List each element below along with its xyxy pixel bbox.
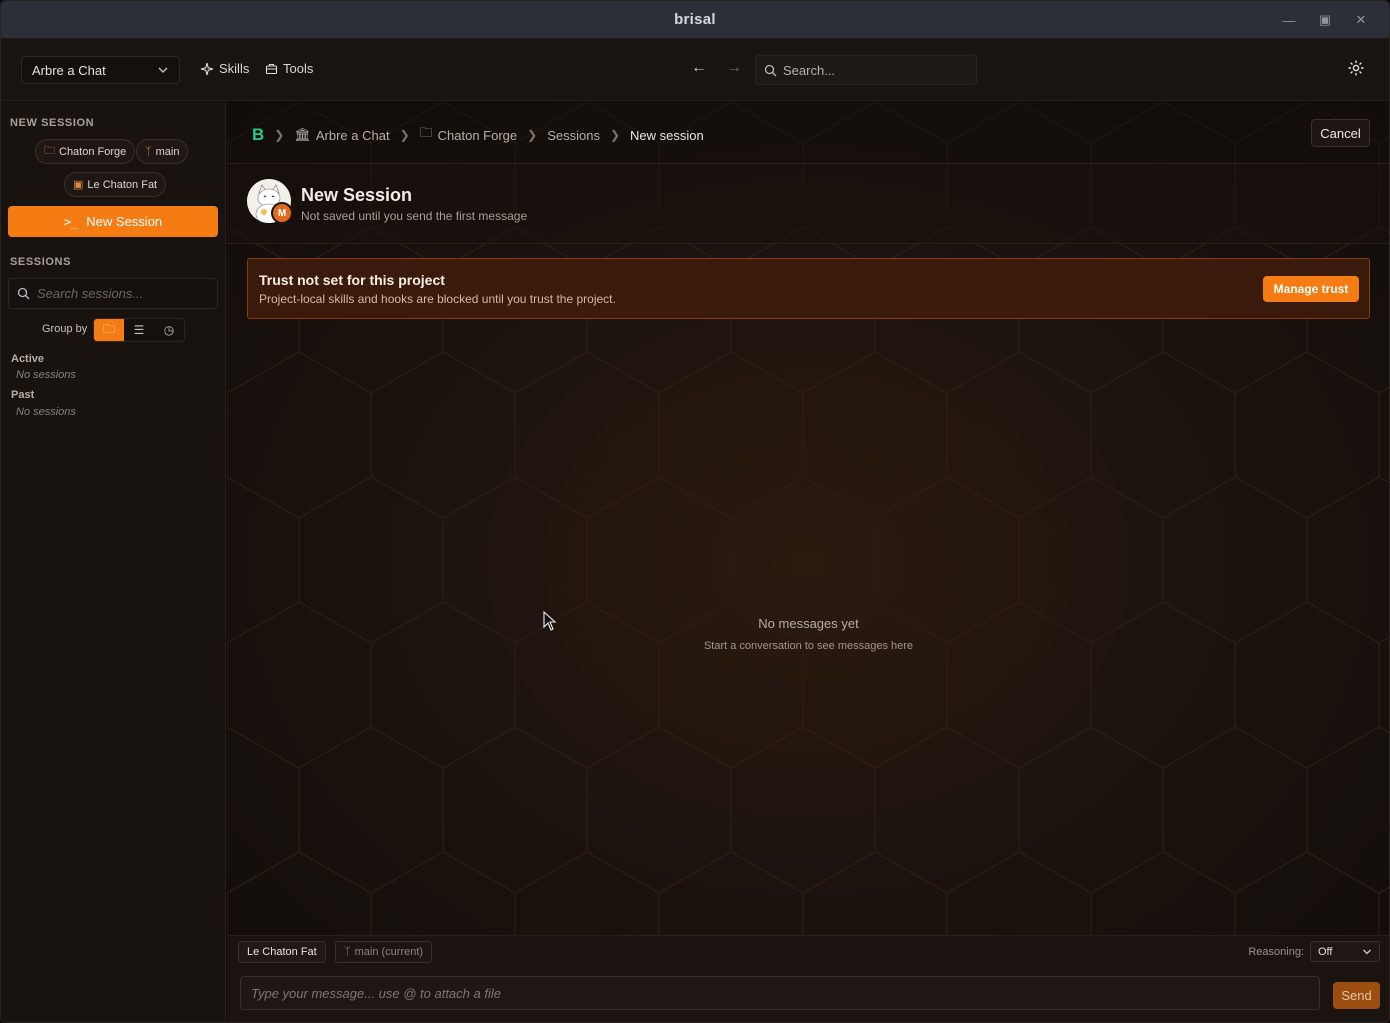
- chevron-right-icon: ❯: [527, 128, 538, 142]
- session-title: New Session: [301, 185, 413, 205]
- agent-chip[interactable]: ▣ Le Chaton Fat: [64, 172, 167, 197]
- chevron-right-icon: ❯: [274, 128, 285, 142]
- folder-icon: 🗀: [44, 145, 55, 157]
- empty-state-subtitle: Start a conversation to see messages her…: [703, 640, 914, 652]
- chevron-down-icon: [158, 67, 168, 74]
- brand-logo[interactable]: B: [252, 125, 264, 145]
- message-input-box[interactable]: [240, 976, 1320, 1010]
- main-panel: B ❯ 🏛 Arbre a Chat ❯ 🗀 Chaton Forge ❯ Se…: [227, 102, 1389, 1022]
- session-search-input[interactable]: [37, 286, 207, 301]
- building-icon: 🏛: [294, 127, 311, 142]
- reasoning-value: Off: [1318, 945, 1333, 958]
- trust-banner-text: Project-local skills and hooks are block…: [259, 292, 616, 306]
- top-toolbar: Arbre a Chat Skills Tools ← →: [1, 39, 1389, 101]
- manage-trust-button[interactable]: Manage trust: [1263, 276, 1359, 302]
- folder-icon: 🗀: [102, 321, 115, 336]
- forward-arrow-icon[interactable]: →: [726, 59, 742, 77]
- cancel-button[interactable]: Cancel: [1311, 119, 1370, 147]
- group-by-label: Group by: [42, 323, 88, 335]
- toolbox-icon: [265, 63, 278, 75]
- crumb-project[interactable]: 🏛 Arbre a Chat: [294, 127, 389, 143]
- title-bar: brisal — ▣ ✕: [1, 1, 1389, 39]
- branch-tag-label: main (current): [354, 946, 424, 958]
- tools-label: Tools: [283, 61, 314, 76]
- branch-chip[interactable]: ᛉ main: [136, 139, 189, 164]
- crumb-workspace-label: Chaton Forge: [437, 127, 518, 143]
- group-past-empty: No sessions: [16, 406, 76, 418]
- trust-banner-title: Trust not set for this project: [259, 272, 445, 288]
- window-title: brisal: [674, 11, 716, 28]
- project-selector[interactable]: Arbre a Chat: [21, 56, 180, 84]
- group-by-list-button[interactable]: ☰: [124, 319, 154, 341]
- empty-state-title: No messages yet: [758, 616, 859, 631]
- group-active-empty: No sessions: [16, 369, 76, 381]
- close-icon[interactable]: ✕: [1343, 12, 1379, 28]
- list-icon: ☰: [133, 323, 145, 337]
- crumb-current: New session: [630, 127, 704, 143]
- minimize-icon[interactable]: —: [1271, 13, 1307, 28]
- bot-icon: ▣: [73, 179, 84, 191]
- crumb-project-label: Arbre a Chat: [315, 127, 390, 143]
- project-chip[interactable]: 🗀 Chaton Forge: [35, 139, 136, 164]
- crumb-sessions[interactable]: Sessions: [547, 128, 600, 143]
- model-tag[interactable]: Le Chaton Fat: [238, 941, 326, 963]
- session-search[interactable]: [8, 278, 218, 309]
- chevron-right-icon: ❯: [399, 128, 410, 142]
- branch-chip-label: main: [155, 145, 180, 158]
- model-tag-label: Le Chaton Fat: [247, 946, 317, 958]
- project-chip-label: Chaton Forge: [59, 145, 127, 158]
- trust-warning-banner: Trust not set for this project Project-l…: [247, 258, 1370, 319]
- group-by-time-button[interactable]: ◷: [154, 319, 184, 341]
- breadcrumb-bar: B ❯ 🏛 Arbre a Chat ❯ 🗀 Chaton Forge ❯ Se…: [227, 102, 1389, 164]
- gear-icon[interactable]: [1347, 59, 1365, 77]
- folder-icon: 🗀: [419, 125, 433, 140]
- new-session-heading: NEW SESSION: [10, 117, 95, 129]
- reasoning-select[interactable]: Off: [1310, 941, 1380, 962]
- app-window: brisal — ▣ ✕ Arbre a Chat Skills Tools ←…: [0, 0, 1390, 1023]
- chevron-right-icon: ❯: [609, 128, 621, 142]
- agent-chip-label: Le Chaton Fat: [87, 178, 158, 191]
- tools-link[interactable]: Tools: [265, 61, 313, 76]
- global-search-input[interactable]: [783, 62, 963, 78]
- crumb-workspace[interactable]: 🗀 Chaton Forge: [420, 124, 518, 146]
- reasoning-label: Reasoning:: [1248, 946, 1304, 958]
- clock-icon: ◷: [163, 323, 175, 337]
- message-input[interactable]: [251, 985, 1309, 1001]
- back-arrow-icon[interactable]: ←: [691, 59, 707, 77]
- group-by-folder-button[interactable]: 🗀: [94, 319, 124, 341]
- sidebar: NEW SESSION 🗀 Chaton Forge ᛉ main ▣ Le C…: [1, 102, 226, 1022]
- session-subtitle: Not saved until you send the first messa…: [301, 209, 528, 223]
- mouse-cursor-icon: [543, 611, 557, 631]
- model-badge: M: [271, 202, 293, 224]
- search-icon: [764, 64, 777, 76]
- group-by-toggle: 🗀 ☰ ◷: [93, 318, 185, 342]
- breadcrumb: B ❯ 🏛 Arbre a Chat ❯ 🗀 Chaton Forge ❯ Se…: [252, 124, 704, 146]
- chevron-down-icon: [1363, 949, 1371, 954]
- maximize-icon[interactable]: ▣: [1307, 12, 1343, 28]
- global-search[interactable]: [755, 55, 977, 85]
- send-button[interactable]: Send: [1333, 982, 1380, 1009]
- sparkle-icon: [200, 62, 214, 75]
- skills-link[interactable]: Skills: [200, 61, 249, 76]
- new-session-button-label: New Session: [86, 214, 163, 229]
- window-controls: — ▣ ✕: [1271, 1, 1379, 39]
- terminal-icon: >_: [63, 214, 79, 229]
- branch-tag[interactable]: ᛉ main (current): [335, 941, 433, 963]
- git-branch-icon: ᛉ: [145, 145, 152, 158]
- git-branch-icon: ᛉ: [344, 946, 351, 958]
- group-active-title: Active: [11, 353, 45, 365]
- project-selector-label: Arbre a Chat: [32, 62, 106, 78]
- skills-label: Skills: [219, 61, 250, 76]
- session-header: M New Session Not saved until you send t…: [227, 165, 1389, 244]
- message-composer: Le Chaton Fat ᛉ main (current) Reasoning…: [227, 935, 1389, 1022]
- group-past-title: Past: [11, 389, 35, 401]
- search-icon: [17, 287, 30, 300]
- new-session-button[interactable]: >_ New Session: [8, 206, 218, 237]
- sessions-heading: SESSIONS: [10, 256, 72, 268]
